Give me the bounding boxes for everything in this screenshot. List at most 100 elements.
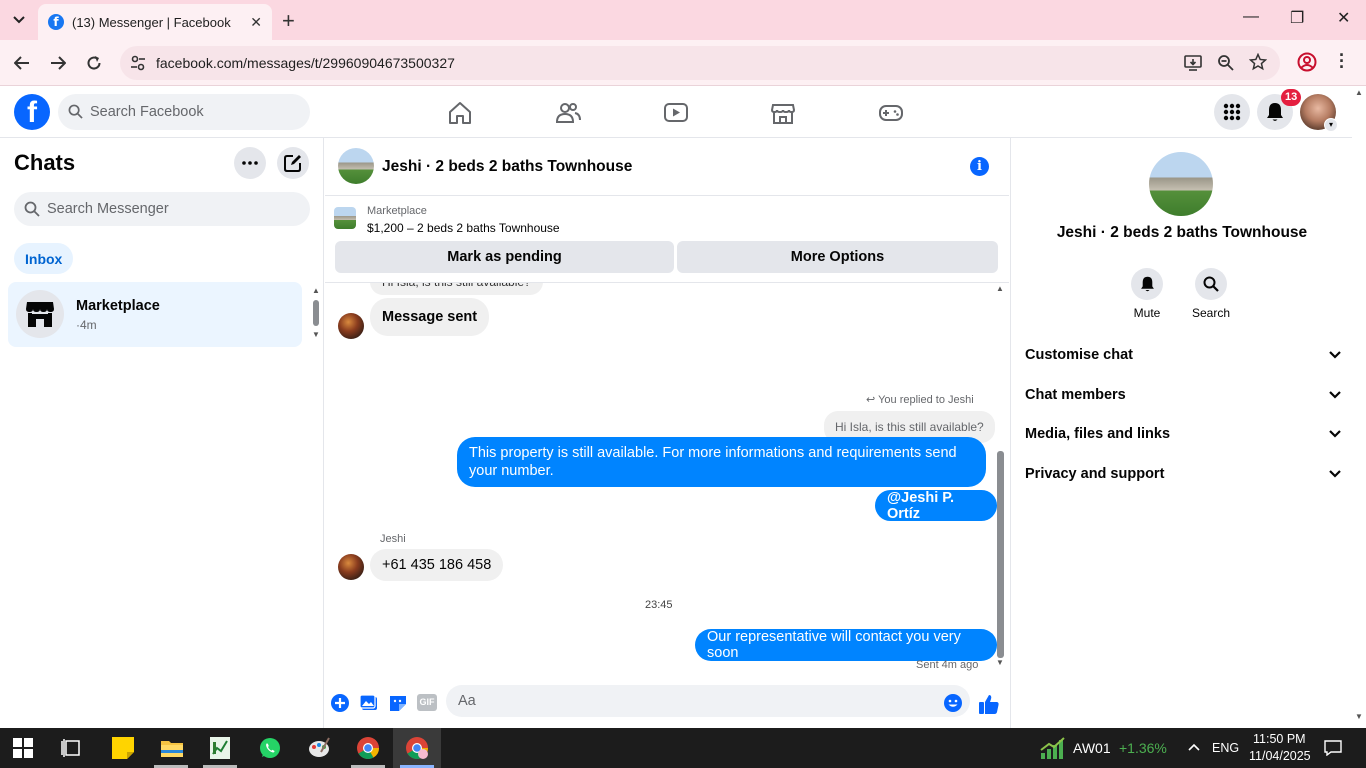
task-view-icon[interactable] [61, 738, 81, 758]
attach-photo-icon[interactable] [359, 693, 379, 713]
browser-tab-active[interactable]: f (13) Messenger | Facebook ✕ [38, 4, 272, 40]
chat-members-section[interactable]: Chat members [1025, 382, 1341, 408]
messenger-search-placeholder: Search Messenger [47, 201, 169, 217]
ticker-change[interactable]: +1.36% [1119, 740, 1167, 756]
conversation-info-panel: Jeshi · 2 beds 2 baths Townhouse Mute Se… [1010, 138, 1352, 728]
listing-price-title[interactable]: $1,200 – 2 beds 2 baths Townhouse [367, 221, 560, 235]
sidebar-scrollbar[interactable]: ▲ ▼ [312, 286, 320, 339]
section-label: Chat members [1025, 387, 1126, 403]
incoming-message[interactable]: +61 435 186 458 [370, 549, 504, 581]
outgoing-message[interactable]: This property is still available. For mo… [457, 437, 986, 487]
reload-icon[interactable] [83, 52, 105, 74]
scroll-down-arrow-icon[interactable]: ▼ [312, 330, 320, 339]
outgoing-mention-message[interactable]: @Jeshi P. Ortíz [875, 490, 997, 522]
spreadsheet-app-icon[interactable] [208, 736, 232, 760]
conversation-pane: Jeshi · 2 beds 2 baths Townhouse i Marke… [325, 138, 1009, 728]
message-list: Hi Isla, is this still available? Messag… [325, 283, 997, 673]
ticker-symbol[interactable]: AW01 [1073, 740, 1111, 756]
mute-button[interactable]: Mute [1117, 268, 1177, 320]
tray-chevron-up-icon[interactable] [1188, 743, 1200, 751]
tab-close-icon[interactable]: ✕ [250, 14, 262, 31]
menu-grid-button[interactable] [1214, 94, 1250, 130]
bookmark-star-icon[interactable] [1249, 53, 1267, 71]
thumbs-up-icon[interactable] [978, 693, 1000, 715]
conversation-title[interactable]: Jeshi · 2 beds 2 baths Townhouse [382, 158, 632, 176]
compose-icon [284, 155, 301, 172]
home-icon[interactable] [447, 100, 473, 126]
friends-icon[interactable] [555, 100, 581, 126]
minimize-icon[interactable]: — [1243, 8, 1259, 26]
conversation-info-icon[interactable]: i [970, 157, 989, 176]
outgoing-message[interactable]: Our representative will contact you very… [695, 629, 997, 661]
conversation-item-marketplace[interactable]: Marketplace ·4m [8, 282, 302, 347]
gif-icon[interactable]: GIF [417, 694, 437, 711]
scroll-up-arrow-icon[interactable]: ▲ [312, 286, 320, 295]
listing-thumbnail[interactable] [338, 148, 374, 184]
conversation-time: ·4m [76, 318, 97, 332]
site-info-tune-icon[interactable] [130, 55, 146, 71]
input-language[interactable]: ENG [1212, 741, 1239, 755]
forward-arrow-icon[interactable] [47, 52, 69, 74]
address-bar[interactable]: facebook.com/messages/t/2996090467350032… [120, 46, 1280, 80]
facebook-search-placeholder: Search Facebook [90, 104, 204, 120]
active-taskbar-button[interactable] [393, 728, 441, 768]
listing-mini-thumbnail[interactable] [334, 207, 356, 229]
scroll-down-arrow-icon[interactable]: ▼ [1355, 712, 1363, 721]
chats-options-button[interactable] [234, 147, 266, 179]
facebook-search-input[interactable]: Search Facebook [58, 94, 310, 130]
bell-icon [1267, 103, 1283, 121]
inbox-filter-tab[interactable]: Inbox [14, 243, 74, 274]
marketplace-icon[interactable] [770, 100, 796, 126]
sticky-notes-icon[interactable] [111, 736, 135, 760]
scroll-up-arrow-icon[interactable]: ▲ [996, 284, 1004, 293]
mark-as-pending-button[interactable]: Mark as pending [335, 241, 674, 273]
notification-center-icon[interactable] [1324, 740, 1342, 756]
window-close-icon[interactable]: ✕ [1337, 8, 1350, 28]
scroll-down-arrow-icon[interactable]: ▼ [996, 658, 1004, 667]
new-message-button[interactable] [277, 147, 309, 179]
search-icon [24, 201, 40, 217]
profile-icon[interactable] [1297, 52, 1317, 72]
paint-app-icon[interactable] [307, 736, 331, 760]
facebook-favicon-icon: f [48, 14, 64, 30]
customise-chat-section[interactable]: Customise chat [1025, 342, 1341, 368]
chrome-icon[interactable] [356, 736, 380, 760]
windows-start-icon[interactable] [13, 738, 33, 758]
facebook-logo-icon[interactable]: f [14, 94, 50, 130]
conversation-scrollbar[interactable]: ▲ ▼ [996, 284, 1005, 668]
message-sent-notice: Message sent [370, 298, 490, 336]
privacy-support-section[interactable]: Privacy and support [1025, 461, 1341, 487]
sidebar-scroll-thumb[interactable] [313, 300, 319, 326]
restore-icon[interactable]: ❐ [1290, 8, 1304, 28]
emoji-icon[interactable] [943, 693, 963, 713]
page-scrollbar[interactable]: ▲ ▼ [1352, 86, 1366, 728]
back-arrow-icon[interactable] [11, 52, 33, 74]
message-input[interactable]: Aa [446, 685, 970, 717]
stock-chart-icon[interactable] [1040, 736, 1066, 760]
conversation-scroll-thumb[interactable] [997, 451, 1004, 658]
clock-time[interactable]: 11:50 PM [1253, 732, 1306, 746]
listing-large-thumbnail[interactable] [1149, 152, 1213, 216]
sticker-icon[interactable] [388, 693, 408, 713]
new-tab-plus-icon[interactable]: + [282, 8, 295, 34]
gaming-icon[interactable] [878, 100, 904, 126]
messenger-search-input[interactable]: Search Messenger [14, 192, 310, 226]
whatsapp-icon[interactable] [258, 736, 282, 760]
search-in-conversation-button[interactable]: Search [1181, 268, 1241, 320]
sender-avatar[interactable] [338, 313, 364, 339]
sender-avatar[interactable] [338, 554, 364, 580]
browser-menu-kebab-icon[interactable]: · · · [1339, 46, 1345, 76]
more-options-button[interactable]: More Options [677, 241, 998, 273]
file-explorer-icon[interactable] [160, 736, 184, 760]
notification-count-badge: 13 [1281, 89, 1302, 106]
scroll-up-arrow-icon[interactable]: ▲ [1355, 88, 1363, 97]
tab-search-chevron-icon[interactable] [8, 9, 30, 31]
zoom-icon[interactable] [1217, 54, 1235, 72]
plus-actions-icon[interactable] [330, 693, 350, 713]
clock-date[interactable]: 11/04/2025 [1249, 749, 1311, 763]
account-chevron-down-icon[interactable]: ▾ [1324, 118, 1338, 132]
conversation-header: Jeshi · 2 beds 2 baths Townhouse i [325, 138, 1009, 196]
video-icon[interactable] [663, 100, 689, 126]
media-files-links-section[interactable]: Media, files and links [1025, 421, 1341, 447]
install-app-icon[interactable] [1184, 54, 1202, 72]
